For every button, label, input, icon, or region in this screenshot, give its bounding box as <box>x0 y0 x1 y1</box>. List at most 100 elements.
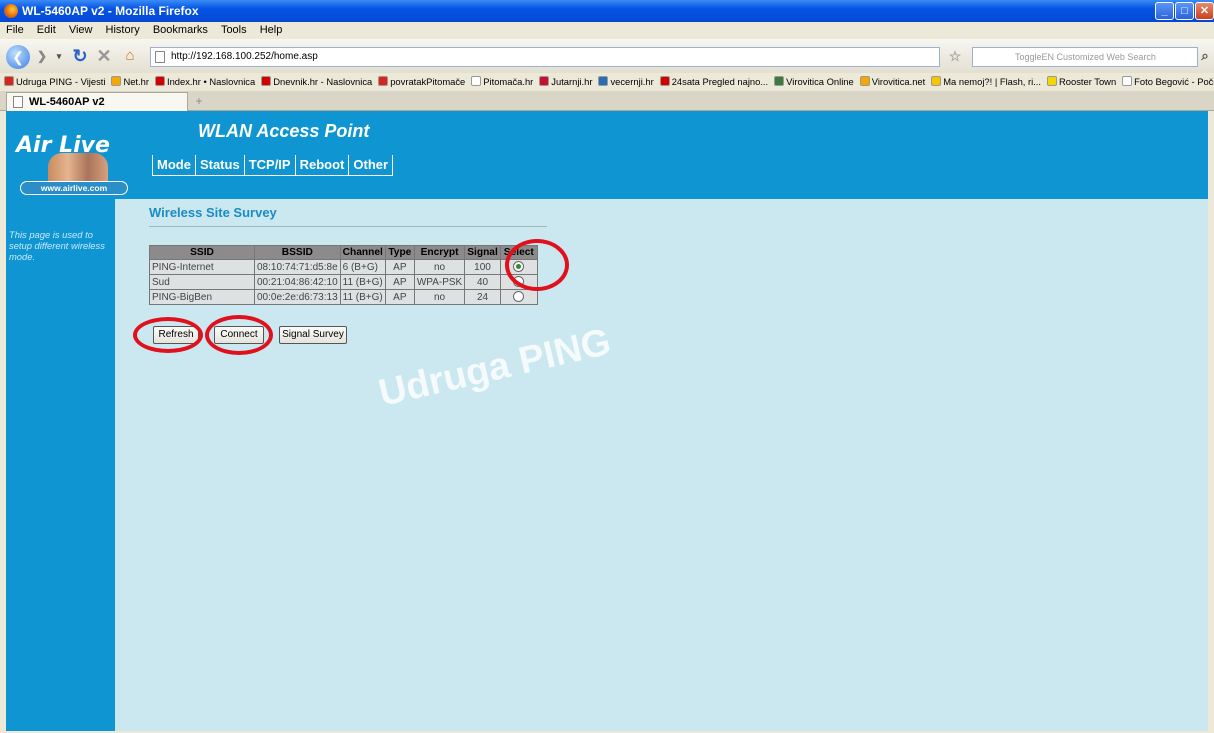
bookmark-label: Virovitica Online <box>786 76 854 87</box>
bookmark-item[interactable]: Virovitica Online <box>774 73 854 91</box>
menu-help[interactable]: Help <box>260 24 283 36</box>
title-bar: WL-5460AP v2 - Mozilla Firefox _ □ ✕ <box>0 0 1214 22</box>
signal-survey-button[interactable]: Signal Survey <box>279 326 347 344</box>
column-header: Type <box>385 246 414 259</box>
annotation-circle-refresh <box>133 317 203 353</box>
nav-tcpip[interactable]: TCP/IP <box>243 155 295 176</box>
url-bar[interactable]: http://192.168.100.252/home.asp <box>150 47 940 67</box>
type-cell: AP <box>385 290 414 304</box>
navigation-toolbar: ❮ ❯ ▾ ↻ ✕ ⌂ http://192.168.100.252/home.… <box>0 39 1214 73</box>
airlive-logo: Air Live www.airlive.com <box>14 119 132 195</box>
bookmark-favicon-icon <box>659 76 670 86</box>
bookmark-item[interactable]: Dnevnik.hr - Naslovnica <box>261 73 372 91</box>
close-button[interactable]: ✕ <box>1195 2 1214 20</box>
channel-cell: 6 (B+G) <box>340 260 385 274</box>
select-cell <box>500 290 537 304</box>
ssid-cell: PING-Internet <box>150 260 254 274</box>
channel-cell: 11 (B+G) <box>340 275 385 289</box>
main-panel: Wireless Site Survey SSID BSSID Channel … <box>115 199 1208 731</box>
back-icon[interactable]: ❮ <box>6 45 30 69</box>
bookmark-label: Rooster Town <box>1059 76 1117 87</box>
divider <box>149 226 547 227</box>
bookmark-star-icon[interactable]: ☆ <box>944 45 966 67</box>
signal-cell: 40 <box>465 275 500 289</box>
history-dropdown-icon[interactable]: ▾ <box>54 45 64 67</box>
bookmark-item[interactable]: Net.hr <box>111 73 149 91</box>
nav-mode[interactable]: Mode <box>152 155 195 176</box>
bookmark-item[interactable]: vecernji.hr <box>598 73 654 91</box>
main-nav: Mode Status TCP/IP Reboot Other <box>152 155 394 176</box>
bookmark-item[interactable]: Rooster Town <box>1047 73 1116 91</box>
menu-edit[interactable]: Edit <box>37 24 56 36</box>
bookmark-favicon-icon <box>261 76 272 86</box>
bookmark-item[interactable]: Virovitica.net <box>859 73 926 91</box>
signal-cell: 100 <box>465 260 500 274</box>
menu-bar: File Edit View History Bookmarks Tools H… <box>0 22 1214 39</box>
bookmark-item[interactable]: Pitomača.hr <box>471 73 533 91</box>
bookmark-label: Jutarnji.hr <box>551 76 593 87</box>
forward-icon[interactable]: ❯ <box>34 45 50 67</box>
stop-icon[interactable]: ✕ <box>94 45 114 67</box>
url-text: http://192.168.100.252/home.asp <box>171 51 318 62</box>
router-header: Air Live www.airlive.com WLAN Access Poi… <box>6 111 1208 199</box>
annotation-circle-select <box>505 239 569 291</box>
search-placeholder: ToggleEN Customized Web Search <box>1015 52 1156 62</box>
maximize-button[interactable]: □ <box>1175 2 1194 20</box>
menu-file[interactable]: File <box>6 24 24 36</box>
home-icon[interactable]: ⌂ <box>120 45 140 67</box>
table-row: PING-BigBen 00:0e:2e:d6:73:13 11 (B+G) A… <box>150 290 537 304</box>
encrypt-cell: no <box>414 290 465 304</box>
search-icon[interactable]: ⌕ <box>1198 45 1212 67</box>
bookmark-item[interactable]: Ma nemoj?! | Flash, ri... <box>931 73 1041 91</box>
bookmark-favicon-icon <box>931 76 942 86</box>
column-header: BSSID <box>255 246 340 259</box>
bookmark-favicon-icon <box>859 76 870 86</box>
nav-other[interactable]: Other <box>348 155 394 176</box>
bookmark-label: Foto Begović - Početna <box>1134 76 1214 87</box>
bookmark-favicon-icon <box>378 76 389 86</box>
select-radio[interactable] <box>513 291 525 303</box>
bookmark-label: Net.hr <box>123 76 149 87</box>
bookmark-item[interactable]: Jutarnji.hr <box>539 73 592 91</box>
bookmark-label: Pitomača.hr <box>483 76 534 87</box>
bookmark-label: povratakPitomače <box>390 76 466 87</box>
browser-window: WL-5460AP v2 - Mozilla Firefox _ □ ✕ Fil… <box>0 0 1214 733</box>
logo-url: www.airlive.com <box>20 181 128 195</box>
tab-active[interactable]: WL-5460AP v2 <box>6 92 188 111</box>
tab-bar: WL-5460AP v2 + <box>0 91 1214 111</box>
search-input[interactable]: ToggleEN Customized Web Search <box>972 47 1198 67</box>
page-icon <box>155 51 165 63</box>
minimize-button[interactable]: _ <box>1155 2 1174 20</box>
watermark: Udruga PING <box>375 320 615 415</box>
nav-status[interactable]: Status <box>194 155 244 176</box>
bssid-cell: 08:10:74:71:d5:8e <box>255 260 340 274</box>
bookmark-favicon-icon <box>471 76 482 86</box>
bookmark-label: Virovitica.net <box>871 76 926 87</box>
table-header-row: SSID BSSID Channel Type Encrypt Signal S… <box>150 246 537 259</box>
bookmark-favicon-icon <box>4 76 14 86</box>
bookmark-favicon-icon <box>1047 76 1058 86</box>
bookmark-label: vecernji.hr <box>610 76 654 87</box>
page-icon <box>13 96 23 108</box>
bookmark-item[interactable]: Udruga PING - Vijesti <box>4 73 105 91</box>
reload-icon[interactable]: ↻ <box>70 45 90 67</box>
menu-view[interactable]: View <box>69 24 93 36</box>
nav-reboot[interactable]: Reboot <box>294 155 349 176</box>
menu-tools[interactable]: Tools <box>221 24 247 36</box>
bookmark-item[interactable]: 24sata Pregled najno... <box>659 73 768 91</box>
ssid-cell: PING-BigBen <box>150 290 254 304</box>
bookmark-label: Index.hr • Naslovnica <box>166 76 256 87</box>
type-cell: AP <box>385 260 414 274</box>
bookmark-item[interactable]: Index.hr • Naslovnica <box>154 73 256 91</box>
new-tab-button[interactable]: + <box>190 93 208 110</box>
menu-history[interactable]: History <box>106 24 140 36</box>
bookmark-favicon-icon <box>539 76 550 86</box>
bssid-cell: 00:21:04:86:42:10 <box>255 275 340 289</box>
table-row: PING-Internet 08:10:74:71:d5:8e 6 (B+G) … <box>150 260 537 274</box>
type-cell: AP <box>385 275 414 289</box>
bookmark-item[interactable]: povratakPitomače <box>378 73 465 91</box>
bookmark-item[interactable]: Foto Begović - Početna <box>1122 73 1214 91</box>
annotation-circle-connect <box>205 315 273 355</box>
section-title: Wireless Site Survey <box>149 205 277 220</box>
menu-bookmarks[interactable]: Bookmarks <box>153 24 208 36</box>
